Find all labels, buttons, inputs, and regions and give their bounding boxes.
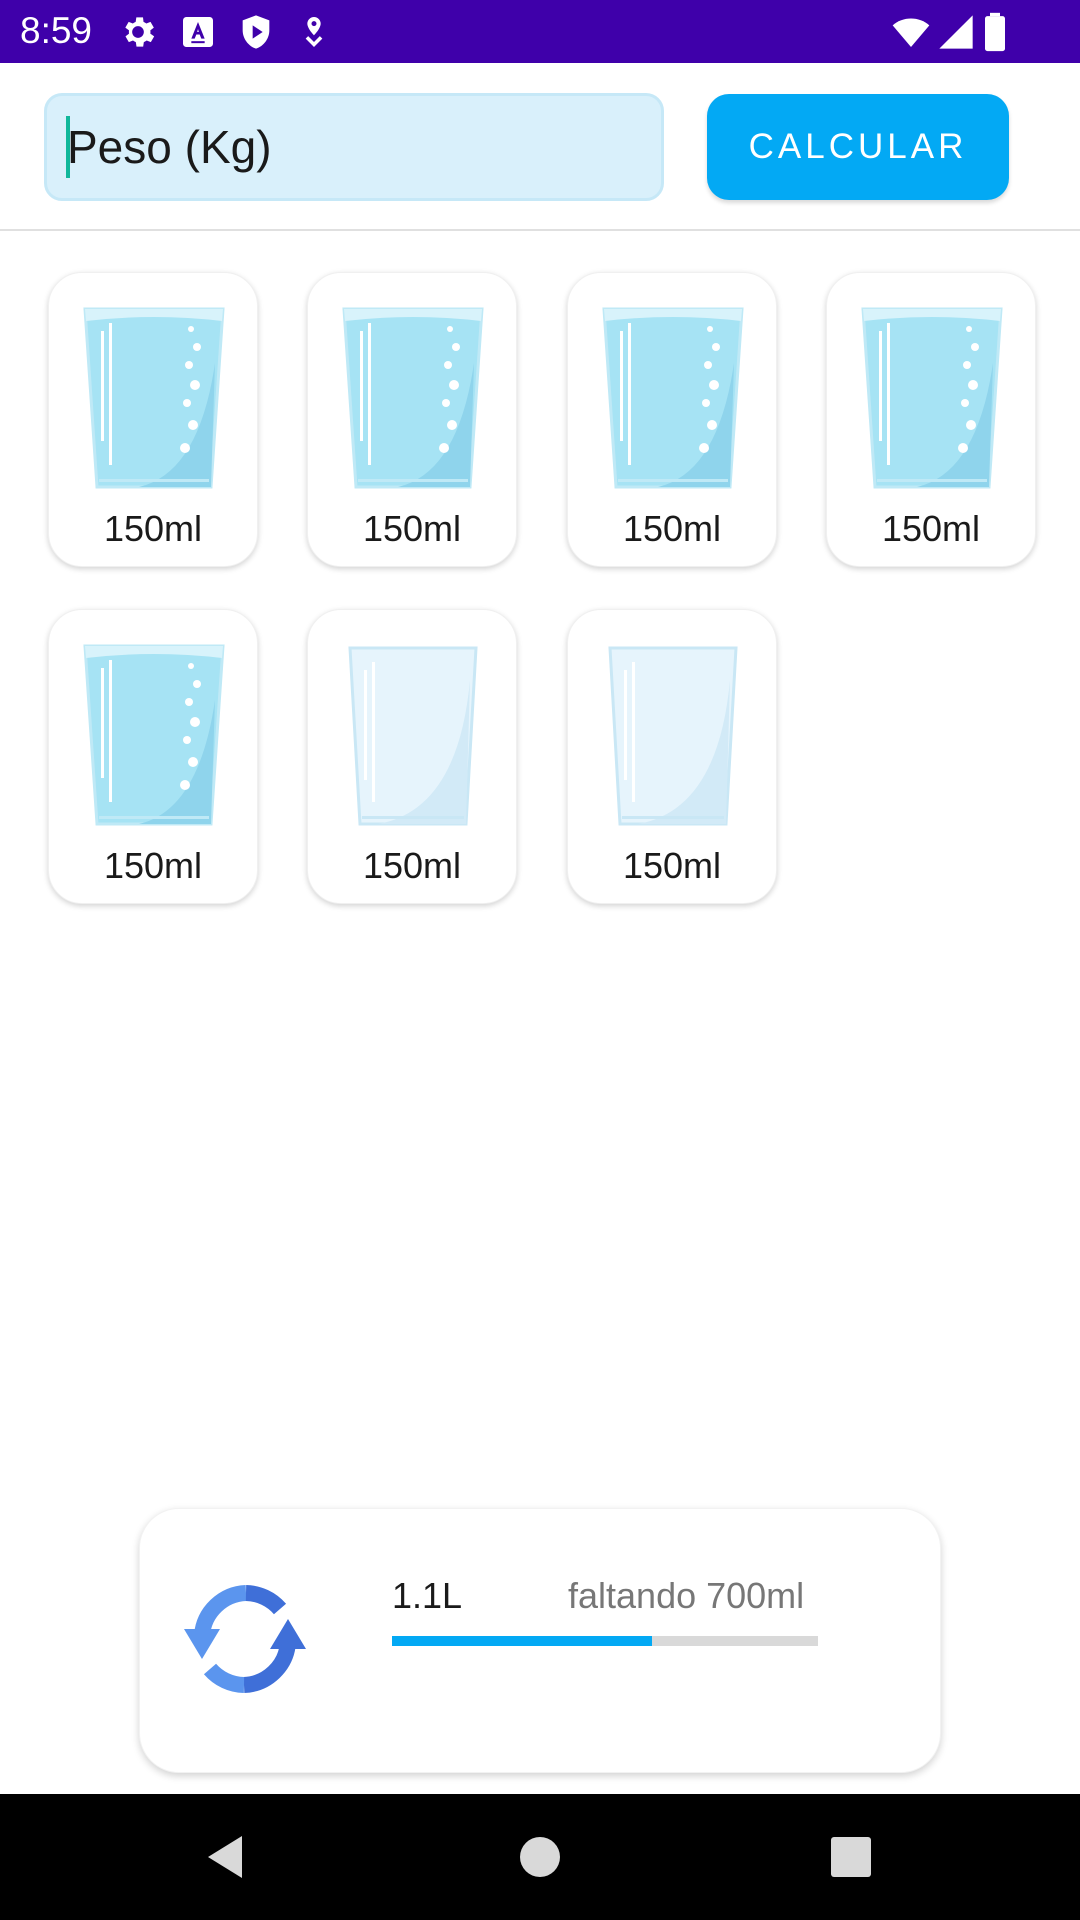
intake-progress-bar	[392, 1636, 818, 1646]
glass-card[interactable]: 150ml	[567, 272, 777, 567]
status-time: 8:59	[20, 10, 93, 51]
glass-card[interactable]: 150ml	[48, 272, 258, 567]
weight-input-row: CALCULAR	[0, 63, 1080, 231]
glass-card[interactable]: 150ml	[826, 272, 1036, 567]
glass-volume-label: 150ml	[362, 845, 462, 886]
filled-glass-icon	[602, 307, 744, 489]
home-icon[interactable]	[515, 1832, 565, 1882]
glass-card[interactable]: 150ml	[307, 609, 517, 904]
glass-volume-label: 150ml	[622, 845, 722, 886]
filled-glass-icon	[342, 307, 484, 489]
status-bar: 8:59	[0, 0, 1080, 63]
glass-card[interactable]: 150ml	[307, 272, 517, 567]
filled-glass-icon	[83, 307, 225, 489]
back-icon[interactable]	[202, 1832, 252, 1882]
signal-icon	[939, 15, 973, 49]
glass-volume-label: 150ml	[103, 508, 203, 549]
glass-volume-label: 150ml	[103, 845, 203, 886]
water-summary-card: 1.1L faltando 700ml	[139, 1508, 941, 1773]
battery-icon	[985, 12, 1005, 52]
weight-field[interactable]	[44, 93, 664, 201]
text-cursor	[66, 116, 70, 178]
weight-input[interactable]	[47, 96, 661, 198]
location-pin-icon	[305, 17, 323, 47]
screen: 8:59 C	[0, 0, 1080, 1920]
play-shield-icon	[242, 15, 270, 49]
calculate-button[interactable]: CALCULAR	[707, 94, 1009, 200]
glass-volume-label: 150ml	[362, 508, 462, 549]
glass-volume-label: 150ml	[881, 508, 981, 549]
filled-glass-icon	[83, 644, 225, 826]
filled-glass-icon	[861, 307, 1003, 489]
remaining-intake: faltando 700ml	[568, 1575, 805, 1616]
glass-volume-label: 150ml	[622, 508, 722, 549]
refresh-icon[interactable]	[180, 1579, 310, 1699]
recents-icon[interactable]	[826, 1832, 876, 1882]
glass-card[interactable]: 150ml	[48, 609, 258, 904]
empty-glass-icon	[608, 646, 738, 826]
empty-glass-icon	[348, 646, 478, 826]
settings-icon	[125, 17, 155, 47]
total-intake: 1.1L	[392, 1575, 463, 1616]
keyboard-a-icon	[183, 17, 213, 47]
glass-card[interactable]: 150ml	[567, 609, 777, 904]
intake-progress-fill	[392, 1636, 652, 1646]
navigation-bar	[0, 1794, 1080, 1920]
wifi-icon	[892, 18, 930, 47]
